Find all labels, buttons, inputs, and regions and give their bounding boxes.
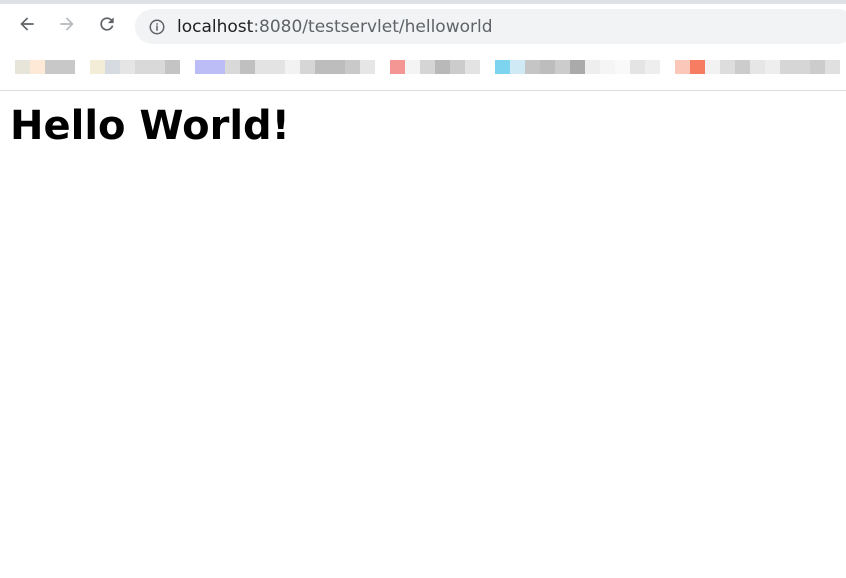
bookmark-pixel (465, 60, 480, 74)
bookmark-pixel (495, 60, 510, 74)
arrow-right-icon (57, 14, 77, 39)
forward-button[interactable] (52, 11, 82, 41)
bookmark-pixel (720, 60, 735, 74)
bookmark-pixel (75, 60, 90, 74)
url-host: localhost (177, 16, 254, 37)
bookmark-pixel (135, 60, 150, 74)
bookmark-pixel (360, 60, 375, 74)
bookmark-pixel (450, 60, 465, 74)
bookmark-pixel (705, 60, 720, 74)
browser-toolbar: localhost:8080/testservlet/helloworld (0, 0, 846, 91)
bookmark-pixel (300, 60, 315, 74)
info-icon[interactable] (148, 18, 166, 36)
bookmark-pixel (735, 60, 750, 74)
bookmark-pixel (630, 60, 645, 74)
bookmark-pixel (540, 60, 555, 74)
bookmark-pixel (765, 60, 780, 74)
bookmarks-bar (0, 44, 846, 89)
bookmark-item[interactable] (675, 60, 840, 74)
bookmark-pixel (600, 60, 615, 74)
bookmark-pixel (645, 60, 660, 74)
bookmark-pixel (420, 60, 435, 74)
bookmark-pixel (270, 60, 285, 74)
bookmark-pixel (795, 60, 810, 74)
bookmark-pixel (150, 60, 165, 74)
page-content: Hello World! (0, 91, 846, 578)
bookmark-pixel (210, 60, 225, 74)
bookmark-pixel (120, 60, 135, 74)
arrow-left-icon (17, 14, 37, 39)
bookmark-item[interactable] (495, 60, 660, 74)
address-bar[interactable]: localhost:8080/testservlet/helloworld (135, 9, 846, 44)
bookmark-item[interactable] (15, 60, 180, 74)
bookmark-pixel (780, 60, 795, 74)
bookmark-pixel (240, 60, 255, 74)
bookmark-item[interactable] (195, 60, 375, 74)
bookmark-item[interactable] (390, 60, 480, 74)
bookmark-pixel (15, 60, 30, 74)
bookmark-pixel (825, 60, 840, 74)
bookmark-pixel (60, 60, 75, 74)
bookmark-pixel (615, 60, 630, 74)
bookmark-pixel (330, 60, 345, 74)
bookmark-pixel (390, 60, 405, 74)
url-text[interactable]: localhost:8080/testservlet/helloworld (177, 17, 493, 37)
bookmark-pixel (585, 60, 600, 74)
bookmark-pixel (285, 60, 300, 74)
bookmark-pixel (750, 60, 765, 74)
bookmark-pixel (255, 60, 270, 74)
bookmark-pixel (510, 60, 525, 74)
bookmark-pixel (45, 60, 60, 74)
tab-strip-edge (0, 0, 846, 4)
bookmark-pixel (405, 60, 420, 74)
reload-button[interactable] (92, 11, 122, 41)
bookmark-pixel (345, 60, 360, 74)
bookmark-pixel (225, 60, 240, 74)
reload-icon (97, 14, 117, 39)
bookmark-pixel (570, 60, 585, 74)
bookmark-pixel (810, 60, 825, 74)
bookmark-pixel (165, 60, 180, 74)
bookmark-pixel (90, 60, 105, 74)
page-title: Hello World! (10, 103, 290, 149)
bookmark-pixel (675, 60, 690, 74)
bookmark-pixel (555, 60, 570, 74)
bookmark-pixel (195, 60, 210, 74)
bookmark-pixel (105, 60, 120, 74)
bookmark-pixel (525, 60, 540, 74)
back-button[interactable] (12, 11, 42, 41)
url-path: :8080/testservlet/helloworld (253, 16, 493, 37)
bookmark-pixel (690, 60, 705, 74)
bookmark-pixel (315, 60, 330, 74)
bookmark-pixel (30, 60, 45, 74)
bookmark-pixel (435, 60, 450, 74)
